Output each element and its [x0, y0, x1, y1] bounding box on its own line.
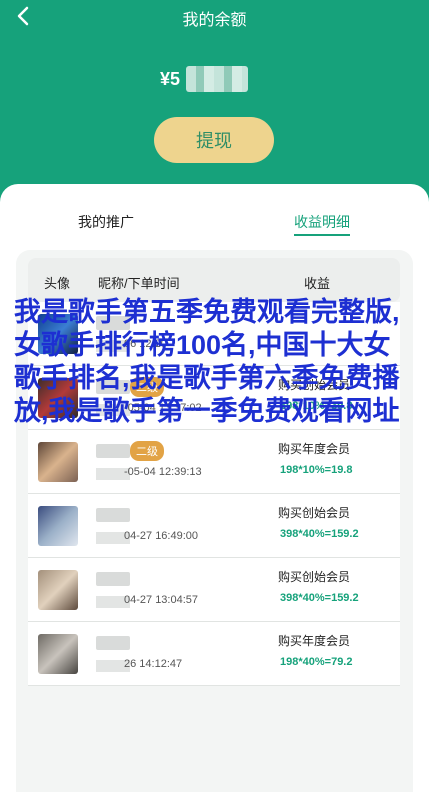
purchase-item: 购买年度会员 [278, 634, 351, 648]
table-row[interactable]: 二级 -05-04 12:39:13 购买年度会员 198*10%=19.8 [28, 430, 400, 494]
header-name-time: 昵称/下单时间 [98, 276, 180, 291]
income-calc: 198*10%=19.8 [280, 464, 353, 476]
page-title: 我的余额 [182, 12, 247, 29]
balance-value: 5 [170, 68, 181, 89]
income-calc: 198*40%=79.2 [280, 656, 353, 668]
order-time: 26 14:12:47 [124, 658, 183, 670]
tab-income-detail[interactable]: 收益明细 [294, 212, 350, 232]
avatar [38, 442, 78, 482]
order-time: 04-27 16:49:00 [124, 530, 199, 542]
balance-amount: ¥ 5 [160, 66, 249, 92]
tab-my-promotion[interactable]: 我的推广 [78, 212, 134, 232]
level-badge: 二级 [130, 441, 164, 461]
nickname-blur [96, 636, 130, 650]
active-tab-underline [294, 234, 350, 236]
table-row[interactable]: 04-27 16:49:00 购买创始会员 398*40%=159.2 [28, 494, 400, 558]
avatar [38, 506, 78, 546]
table-row[interactable]: 26 14:12:47 购买年度会员 198*40%=79.2 [28, 622, 400, 686]
balance-blur [186, 66, 249, 92]
purchase-item: 购买创始会员 [278, 570, 351, 584]
purchase-item: 购买年度会员 [278, 442, 351, 456]
avatar [38, 570, 78, 610]
order-time: 04-27 13:04:57 [124, 594, 199, 606]
table-row[interactable]: 04-27 13:04:57 购买创始会员 398*40%=159.2 [28, 558, 400, 622]
overlay-text: 我是歌手第五季免费观看完整版,女歌手排行榜100名,中国十大女歌手排名,我是歌手… [14, 297, 400, 426]
order-time: -05-04 12:39:13 [124, 466, 202, 478]
purchase-item: 购买创始会员 [278, 506, 351, 520]
withdraw-button[interactable]: 提现 [154, 117, 274, 163]
header-income: 收益 [304, 276, 331, 291]
avatar [38, 634, 78, 674]
nickname-blur [96, 444, 130, 458]
income-calc: 398*40%=159.2 [280, 528, 359, 540]
income-calc: 398*40%=159.2 [280, 592, 359, 604]
nickname-blur [96, 508, 130, 522]
currency-symbol: ¥ [160, 68, 171, 89]
nickname-blur [96, 572, 130, 586]
header-avatar: 头像 [44, 276, 71, 291]
